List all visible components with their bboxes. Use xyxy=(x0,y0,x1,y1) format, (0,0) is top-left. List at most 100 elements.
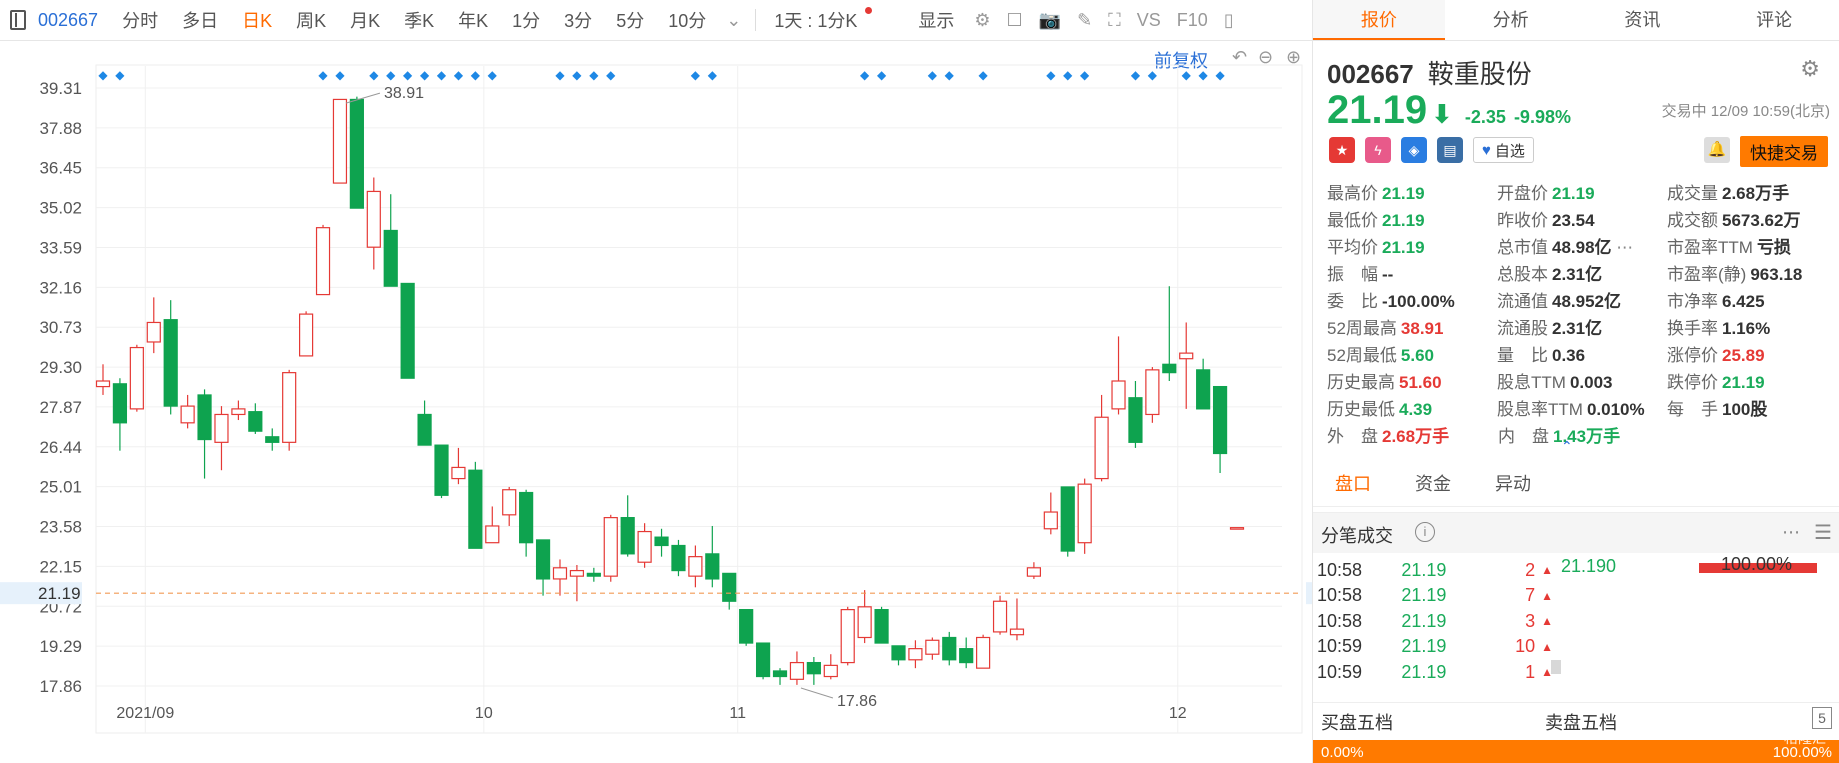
kline-panel: 002667 分时 多日 日K 周K 月K 季K 年K 1分 3分 5分 10分 ⌄ 1天 : 1分… xyxy=(0,0,1312,763)
bookmark-icon[interactable]: ▤ xyxy=(1437,137,1463,163)
candle-body xyxy=(95,380,111,388)
candle-body xyxy=(1043,511,1058,530)
tick-row: 10:58 21.19 2 ▲ xyxy=(1313,556,1553,584)
stat-label: 换手率 xyxy=(1667,319,1718,338)
more-icon[interactable]: ⋯ xyxy=(1612,238,1633,257)
range-selector[interactable]: 1天 : 1分K xyxy=(762,7,869,33)
tick-price: 21.19 xyxy=(1401,585,1447,605)
tick-up-icon: ▲ xyxy=(1541,614,1553,628)
detail-tab[interactable]: 异动 xyxy=(1473,462,1553,506)
event-marker-icon: ◆ xyxy=(1046,68,1056,82)
ticks-title: 分笔成交 xyxy=(1321,526,1393,546)
stat-label: 历史最高 xyxy=(1327,373,1395,392)
display-menu[interactable]: 显示 xyxy=(906,7,966,33)
stat-value: 5673.62万 xyxy=(1722,211,1801,230)
stat-value: 21.19 xyxy=(1552,184,1595,203)
settings-icon[interactable]: ⚙ xyxy=(966,10,998,31)
annotation-leader xyxy=(800,687,834,699)
quote-tab[interactable]: 报价 xyxy=(1313,0,1445,40)
candle-body xyxy=(603,517,618,577)
bell-icon[interactable]: 🔔 xyxy=(1704,137,1730,163)
period-tab[interactable]: 多日 xyxy=(170,7,230,33)
scrollbar[interactable] xyxy=(1551,660,1561,674)
event-marker-icon: ◆ xyxy=(386,68,396,82)
stat-label: 每 手 xyxy=(1667,400,1718,419)
candle-body xyxy=(1094,416,1109,480)
candle-body xyxy=(857,606,872,639)
chevron-down-icon[interactable]: ⌄ xyxy=(718,10,749,31)
candle-body xyxy=(383,229,398,287)
checkbox-icon[interactable]: ☐ xyxy=(999,10,1031,31)
list-icon[interactable]: ☰ xyxy=(1814,520,1832,545)
period-tab[interactable]: 3分 xyxy=(552,7,604,33)
candle-body xyxy=(1128,397,1143,443)
tick-volume: 7 xyxy=(1525,585,1536,605)
candle-body xyxy=(400,282,415,379)
quote-tab[interactable]: 资讯 xyxy=(1577,0,1709,40)
stock-code-label[interactable]: 002667 xyxy=(34,10,110,31)
event-marker-icon: ◆ xyxy=(708,68,718,82)
tag-icon[interactable]: ◈ xyxy=(1401,137,1427,163)
candle-body xyxy=(146,321,161,343)
detail-tab[interactable]: 资金 xyxy=(1393,462,1473,506)
stat-value: 21.19 xyxy=(1382,184,1425,203)
period-tab[interactable]: 日K xyxy=(230,7,284,33)
candle-body xyxy=(1077,483,1092,544)
stat-label: 跌停价 xyxy=(1667,373,1718,392)
candle-body xyxy=(197,394,212,441)
quote-tab[interactable]: 分析 xyxy=(1445,0,1577,40)
candlestick-chart[interactable]: 39.3139.3137.8837.8836.4536.4535.0235.02… xyxy=(0,41,1312,763)
period-tab[interactable]: 10分 xyxy=(656,7,718,33)
watermark-logo: 格隆汇 xyxy=(1784,730,1826,746)
stat-label: 流通股 xyxy=(1497,319,1548,338)
stat-cell: 总市值 48.98亿 ⋯ xyxy=(1497,233,1667,258)
tick-price: 21.19 xyxy=(1401,661,1447,682)
info-icon[interactable]: i xyxy=(1415,522,1435,542)
stat-label: 量 比 xyxy=(1497,346,1548,365)
stat-label: 成交量 xyxy=(1667,184,1718,203)
tick-time: 10:58 xyxy=(1317,610,1363,631)
panel-toggle-icon[interactable]: ▯ xyxy=(1216,10,1242,31)
stat-cell: 内 盘 1.43万手 xyxy=(1498,422,1669,447)
china-flag-icon: ★ xyxy=(1329,137,1355,163)
stat-label: 总股本 xyxy=(1497,265,1548,284)
period-tab[interactable]: 季K xyxy=(392,7,446,33)
stat-value: 38.91 xyxy=(1400,319,1444,338)
candle-body xyxy=(789,661,805,680)
quick-trade-button[interactable]: 快捷交易 xyxy=(1740,136,1828,167)
stat-label: 最高价 xyxy=(1327,184,1378,203)
candle-body xyxy=(315,227,331,296)
add-watchlist-button[interactable]: ♥ 自选 xyxy=(1473,137,1534,163)
stat-value: 21.19 xyxy=(1382,238,1425,257)
heart-icon: ♥ xyxy=(1482,141,1491,159)
y-tick-label-left: 19.29 xyxy=(39,637,82,656)
period-tab[interactable]: 分时 xyxy=(110,7,170,33)
period-tab[interactable]: 5分 xyxy=(604,7,656,33)
stat-cell: 最高价 21.19 xyxy=(1327,179,1497,204)
camera-icon[interactable]: 📷 xyxy=(1031,10,1069,31)
lightning-icon[interactable]: ϟ xyxy=(1365,137,1391,163)
pencil-icon[interactable]: ✎ xyxy=(1069,10,1100,31)
stock-tags: ★ ϟ ◈ ▤ ♥ 自选 xyxy=(1329,137,1534,163)
stat-cell: 成交额 5673.62万 xyxy=(1667,206,1837,231)
five-levels-icon[interactable]: 5 xyxy=(1812,707,1832,729)
gear-icon[interactable]: ⚙ xyxy=(1800,56,1820,82)
more-icon[interactable]: ⋯ xyxy=(1782,522,1800,543)
period-tab[interactable]: 月K xyxy=(338,7,392,33)
expand-caret-icon[interactable]: ⌃ xyxy=(1561,438,1573,455)
tick-row: 10:59 21.19 10 ▲ xyxy=(1313,633,1553,661)
sidebar-toggle-icon[interactable] xyxy=(10,10,26,30)
period-tab[interactable]: 周K xyxy=(284,7,338,33)
quote-tab[interactable]: 评论 xyxy=(1708,0,1839,40)
compare-button[interactable]: VS xyxy=(1129,10,1169,31)
price-change: -2.35 xyxy=(1464,107,1506,127)
stat-row: 52周最高 38.91 流通股 2.31亿 换手率 1.16% xyxy=(1327,313,1837,340)
stat-label: 涨停价 xyxy=(1667,346,1718,365)
f10-button[interactable]: F10 xyxy=(1169,10,1216,31)
candle-body xyxy=(434,444,449,496)
period-tab[interactable]: 1分 xyxy=(500,7,552,33)
period-tab[interactable]: 年K xyxy=(446,7,500,33)
detail-tab[interactable]: 盘口 xyxy=(1313,462,1393,506)
sell-levels-label: 卖盘五档 xyxy=(1545,713,1617,733)
fullscreen-icon[interactable]: ⛶ xyxy=(1100,10,1129,31)
